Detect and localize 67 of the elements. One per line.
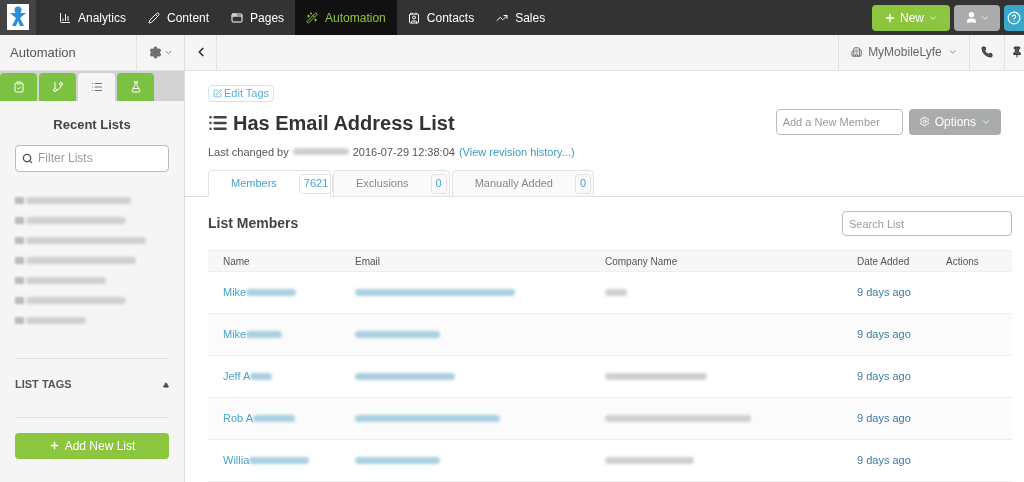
nav-item[interactable]: Analytics bbox=[48, 0, 138, 35]
search-list-field[interactable]: Search List bbox=[842, 211, 1012, 236]
edit-icon bbox=[213, 88, 222, 98]
user-menu-button[interactable] bbox=[954, 4, 1000, 31]
collapse-icon[interactable] bbox=[163, 381, 169, 388]
window-icon bbox=[231, 11, 244, 24]
column-header: Name bbox=[222, 254, 251, 269]
column-header: Email bbox=[355, 254, 381, 269]
count-badge: 0 bbox=[430, 173, 447, 194]
account-dropdown[interactable]: MyMobileLyfe bbox=[838, 35, 969, 70]
logo-icon[interactable] bbox=[0, 0, 36, 35]
help-button[interactable] bbox=[1004, 4, 1024, 31]
nav-item[interactable]: Content bbox=[137, 0, 221, 35]
pencil-icon bbox=[148, 11, 161, 24]
flask-icon bbox=[129, 81, 142, 93]
add-member-field[interactable]: Add a New Member bbox=[775, 108, 903, 135]
nav-item[interactable]: Automation bbox=[295, 0, 397, 35]
nav-item[interactable]: Contacts bbox=[396, 0, 486, 35]
bar-chart-icon bbox=[59, 11, 71, 24]
help-icon bbox=[1007, 10, 1021, 25]
filter-field[interactable]: Filter Lists bbox=[15, 144, 169, 172]
plus-icon bbox=[48, 440, 60, 451]
settings-icon bbox=[918, 116, 930, 127]
date-added-cell-text: 9 days ago bbox=[857, 285, 912, 301]
sidebar-heading: Recent Lists bbox=[52, 116, 132, 134]
clipboard-icon bbox=[12, 81, 25, 93]
nav-item[interactable]: Sales bbox=[485, 0, 557, 35]
member-name-link[interactable]: Mike bbox=[223, 326, 247, 343]
pin-icon bbox=[1011, 46, 1023, 59]
changed-label: Last changed by bbox=[208, 144, 289, 160]
changed-date: 2016-07-29 12:38:04 bbox=[352, 144, 455, 160]
date-added-cell-text: 9 days ago bbox=[857, 453, 912, 469]
add-list-button[interactable]: Add New List bbox=[15, 432, 169, 459]
column-header: Company Name bbox=[605, 254, 679, 269]
nav-item[interactable]: Pages bbox=[220, 0, 296, 35]
building-icon bbox=[851, 46, 863, 59]
search-icon bbox=[22, 152, 33, 164]
revision-history-link[interactable]: (View revision history...) bbox=[458, 143, 575, 160]
options-button[interactable]: Options bbox=[908, 108, 1001, 135]
new-button[interactable]: New bbox=[872, 4, 950, 31]
member-name-link[interactable]: Rob A bbox=[223, 410, 253, 427]
date-added-cell-text: 9 days ago bbox=[857, 369, 912, 385]
contact-card-icon bbox=[407, 11, 420, 24]
user-icon bbox=[964, 11, 978, 24]
branch-icon bbox=[51, 81, 64, 93]
plus-icon bbox=[884, 11, 896, 24]
date-added-cell-text: 9 days ago bbox=[857, 327, 912, 343]
column-header: Actions bbox=[946, 254, 980, 269]
phone-icon bbox=[981, 46, 993, 59]
pin-button[interactable] bbox=[1004, 35, 1024, 70]
caret-icon bbox=[163, 48, 173, 57]
settings-icon bbox=[148, 46, 162, 59]
list-tab[interactable]: Exclusions 0 bbox=[333, 170, 450, 197]
edit-tags-button[interactable]: Edit Tags bbox=[208, 84, 275, 102]
section-title: Automation bbox=[9, 43, 77, 62]
column-header: Date Added bbox=[857, 254, 911, 269]
list-tab[interactable]: Manually Added 0 bbox=[451, 170, 595, 197]
list-tab[interactable]: Members 7621 bbox=[208, 170, 331, 197]
member-name-link[interactable]: Jeff A bbox=[223, 368, 251, 385]
member-name-link[interactable]: Mike bbox=[223, 284, 247, 301]
section-heading: List Members bbox=[208, 214, 299, 233]
tags-heading: LIST TAGS bbox=[15, 377, 72, 393]
date-added-cell-text: 9 days ago bbox=[857, 411, 912, 427]
wand-icon bbox=[306, 11, 319, 24]
page-title: Has Email Address List bbox=[233, 110, 455, 136]
count-badge: 0 bbox=[575, 173, 592, 194]
member-name-link[interactable]: Willia bbox=[223, 452, 250, 469]
